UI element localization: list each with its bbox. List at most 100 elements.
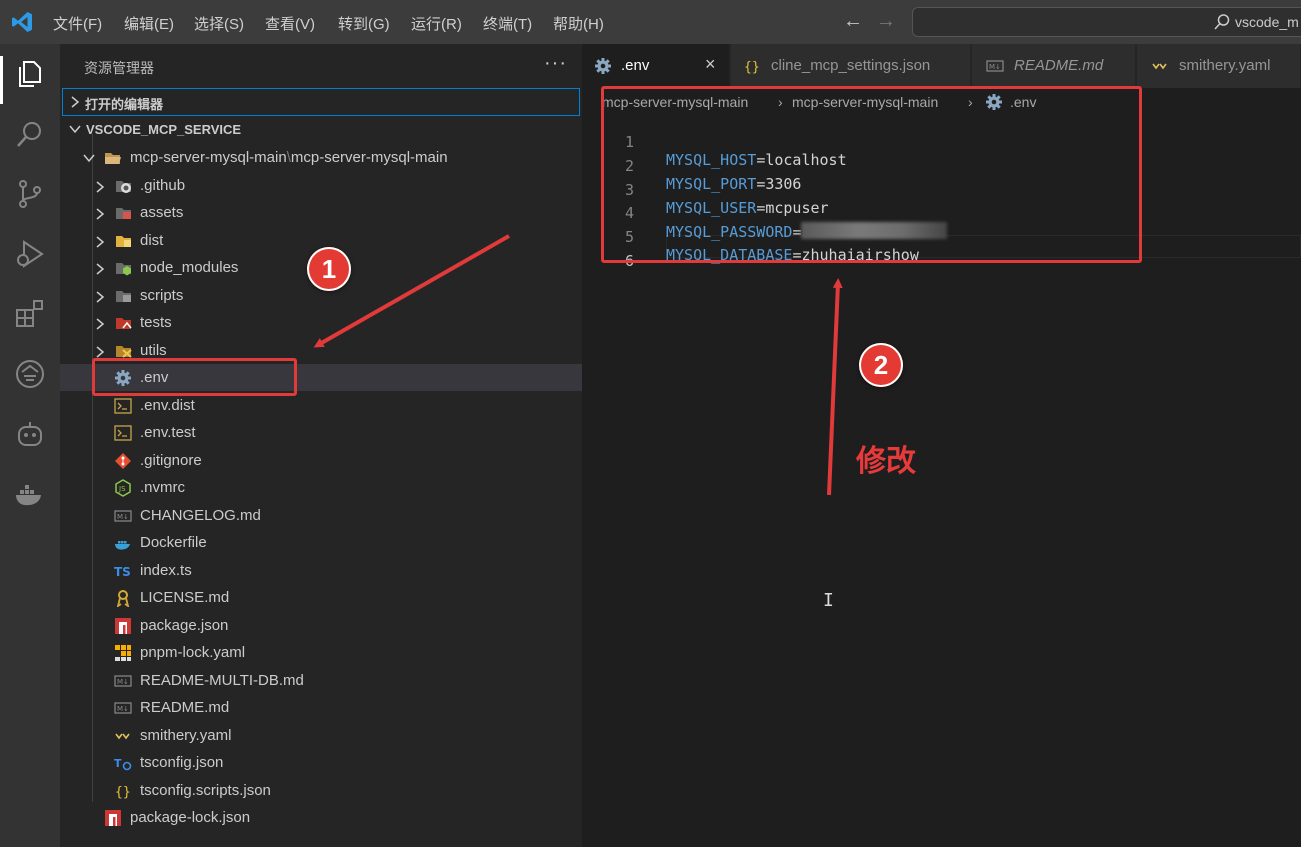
tree-file-smithery[interactable]: smithery.yaml [60, 722, 582, 749]
file-name: tsconfig.json [140, 754, 224, 771]
more-actions-icon[interactable]: ··· [544, 52, 567, 75]
tree-file-env-dist[interactable]: .env.dist [60, 392, 582, 419]
file-name: smithery.yaml [140, 727, 232, 744]
tab-readme[interactable]: M↓ README.md [972, 44, 1136, 88]
menu-terminal[interactable]: 终端(T) [483, 13, 532, 34]
extensions-icon[interactable] [14, 298, 46, 330]
tree-file-readme[interactable]: M↓ README.md [60, 694, 582, 721]
source-control-icon[interactable] [14, 178, 46, 210]
file-name: package.json [140, 617, 229, 634]
command-center-search[interactable]: vscode_m [912, 7, 1301, 37]
folder-name: utils [140, 342, 167, 359]
tree-file-tsconfig-scripts[interactable]: {} tsconfig.scripts.json [60, 777, 582, 804]
tree-file-index-ts[interactable]: TS index.ts [60, 557, 582, 584]
file-name: CHANGELOG.md [140, 507, 261, 524]
git-icon [115, 453, 131, 469]
file-name: pnpm-lock.yaml [140, 644, 246, 661]
tree-file-nvmrc[interactable]: JS .nvmrc [60, 474, 582, 501]
markdown-icon: M↓ [114, 675, 132, 687]
svg-text:M↓: M↓ [117, 513, 129, 521]
chevron-right-icon [96, 208, 105, 220]
chevron-right-icon [96, 291, 105, 303]
nodejs-icon: JS [115, 479, 131, 497]
menu-selection[interactable]: 选择(S) [194, 13, 244, 34]
tab-cline-mcp-settings[interactable]: {} cline_mcp_settings.json [731, 44, 971, 88]
search-icon[interactable] [14, 118, 46, 150]
file-name: LICENSE.md [140, 589, 230, 606]
docker-icon[interactable] [14, 478, 46, 510]
activity-bar [0, 44, 60, 847]
yaml-icon [1152, 63, 1167, 70]
copilot-icon[interactable] [14, 418, 46, 450]
markdown-icon: M↓ [986, 60, 1004, 72]
modify-label: 修改 [856, 445, 916, 478]
svg-text:T: T [114, 757, 122, 770]
docker-icon [115, 541, 130, 550]
back-arrow-icon[interactable]: ← [843, 10, 863, 33]
file-name: .env.dist [140, 397, 195, 414]
tab-env[interactable]: .env × [582, 44, 730, 88]
svg-text:JS: JS [118, 485, 126, 493]
tab-smithery[interactable]: smithery.yaml [1137, 44, 1301, 88]
tree-file-tsconfig[interactable]: T tsconfig.json [60, 749, 582, 776]
tree-file-env-test[interactable]: .env.test [60, 419, 582, 446]
json-icon: {} [744, 60, 760, 75]
npm-icon [115, 618, 131, 634]
tab-label: .env [621, 57, 650, 74]
explorer-icon[interactable] [14, 58, 46, 90]
workspace-header[interactable]: VSCODE_MCP_SERVICE [60, 118, 582, 142]
search-text: vscode_m [1235, 14, 1299, 30]
highlight-box-editor [601, 86, 1142, 263]
license-icon [116, 590, 130, 607]
tree-file-license[interactable]: LICENSE.md [60, 584, 582, 611]
tree-folder-tests[interactable]: tests [60, 309, 582, 336]
open-editors-section[interactable]: 打开的编辑器 [62, 88, 580, 116]
file-name: .env.test [140, 424, 196, 441]
search-icon [1214, 14, 1230, 30]
dist-folder-icon [116, 236, 131, 247]
folder-open-icon [105, 153, 121, 164]
open-editors-label: 打开的编辑器 [85, 97, 164, 112]
menu-edit[interactable]: 编辑(E) [124, 13, 174, 34]
step-one-badge: 1 [307, 247, 351, 291]
svg-text:{}: {} [744, 60, 760, 75]
highlight-box-env-file [92, 358, 297, 396]
tree-file-changelog[interactable]: M↓ CHANGELOG.md [60, 502, 582, 529]
folder-name: node_modules [140, 259, 239, 276]
tree-file-gitignore[interactable]: .gitignore [60, 447, 582, 474]
workspace-label: VSCODE_MCP_SERVICE [86, 122, 242, 137]
yaml-icon [115, 733, 130, 740]
vscode-logo-icon[interactable] [10, 10, 34, 34]
github-folder-icon [116, 181, 131, 193]
step-two-badge: 2 [859, 343, 903, 387]
tree-folder-root[interactable]: mcp-server-mysql-main\mcp-server-mysql-m… [60, 144, 582, 171]
tree-file-package-lock[interactable]: package-lock.json [60, 804, 582, 831]
markdown-icon: M↓ [114, 510, 132, 522]
folder-name: tests [140, 314, 172, 331]
file-name: README-MULTI-DB.md [140, 672, 304, 689]
npm-icon [105, 810, 121, 826]
tree-folder-github[interactable]: .github [60, 172, 582, 199]
remote-explorer-icon[interactable] [14, 358, 46, 390]
menu-help[interactable]: 帮助(H) [553, 13, 604, 34]
tree-file-pnpm-lock[interactable]: pnpm-lock.yaml [60, 639, 582, 666]
terminal-icon [114, 425, 132, 441]
tree-folder-assets[interactable]: assets [60, 199, 582, 226]
menu-view[interactable]: 查看(V) [265, 13, 315, 34]
run-debug-icon[interactable] [14, 238, 46, 270]
menu-run[interactable]: 运行(R) [411, 13, 462, 34]
tree-file-dockerfile[interactable]: Dockerfile [60, 529, 582, 556]
menu-go[interactable]: 转到(G) [338, 13, 390, 34]
folder-name: scripts [140, 287, 184, 304]
tree-file-package-json[interactable]: package.json [60, 612, 582, 639]
close-icon[interactable]: × [705, 54, 716, 75]
forward-arrow-icon[interactable]: → [876, 10, 896, 33]
tab-label: README.md [1014, 57, 1104, 74]
menu-file[interactable]: 文件(F) [53, 13, 102, 34]
tree-file-readme-multi-db[interactable]: M↓ README-MULTI-DB.md [60, 667, 582, 694]
json-icon: {} [115, 785, 131, 800]
chevron-right-icon [96, 346, 105, 358]
arrow-to-editor [827, 278, 843, 496]
file-name: .nvmrc [140, 479, 185, 496]
text-cursor-icon: I [823, 590, 834, 611]
